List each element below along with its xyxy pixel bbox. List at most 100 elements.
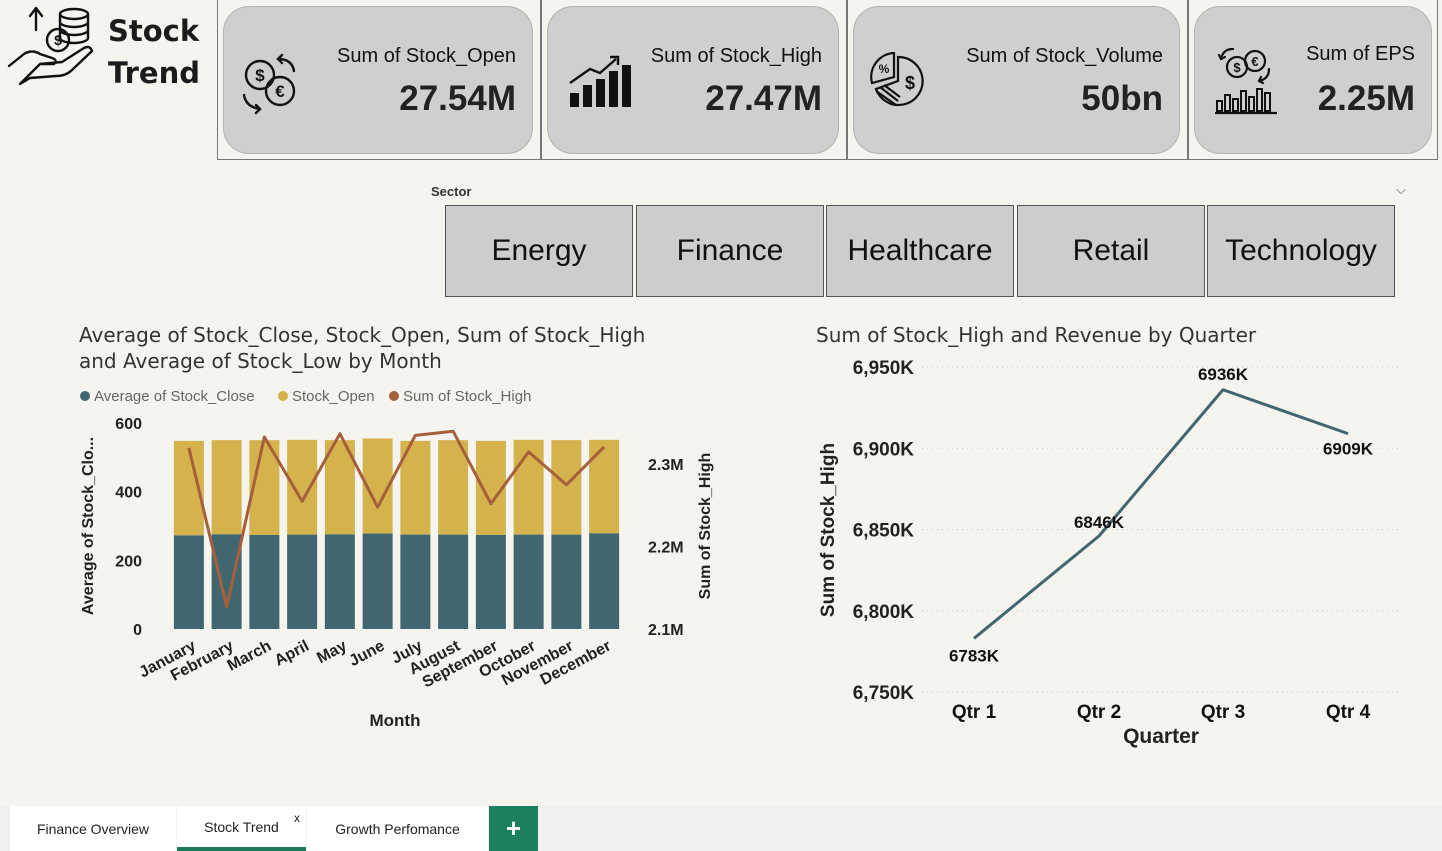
quarter-line-chart[interactable]: 6,750K 6,800K 6,850K 6,900K 6,950K 6783K 6846K… — [810, 352, 1410, 752]
svg-text:€: € — [275, 82, 285, 101]
data-label: 6909K — [1323, 440, 1374, 459]
bar-stock-close — [362, 533, 393, 629]
quarter-chart-title: Sum of Stock_High and Revenue by Quarter — [816, 323, 1257, 347]
slicer-title: Sector — [431, 184, 472, 199]
y-tick-label: 0 — [133, 622, 142, 639]
y-tick-label: 6,750K — [853, 683, 915, 704]
bar-stock-close — [324, 534, 355, 629]
x-tick-label: Qtr 1 — [952, 702, 997, 723]
svg-text:$: $ — [1233, 60, 1241, 75]
x-tick-label: May — [314, 637, 350, 667]
kpi-value: 2.25M — [1317, 79, 1415, 118]
slicer-option-energy[interactable]: Energy — [445, 205, 633, 297]
bar-stock-close — [211, 534, 242, 629]
add-page-button[interactable]: + — [489, 806, 538, 851]
bar-chart-growth-icon — [569, 55, 631, 107]
monthly-chart-title-line2: and Average of Stock_Low by Month — [79, 349, 442, 373]
report-canvas: $ Stock Trend $ € Sum of Stock_Open 27.5… — [0, 0, 1442, 806]
svg-text:$: $ — [255, 66, 265, 85]
tab-stock-trend[interactable]: Stock Trend x — [177, 806, 306, 851]
y2-tick-label: 2.3M — [648, 457, 684, 474]
x-tick-label: March — [225, 638, 275, 675]
kpi-card-stock-high[interactable]: Sum of Stock_High 27.47M — [547, 6, 839, 154]
line-stock-high-quarter — [973, 388, 1349, 640]
y2-tick-label: 2.2M — [648, 540, 684, 557]
y-tick-label: 400 — [115, 485, 142, 502]
bar-stock-close — [173, 535, 204, 629]
svg-text:$: $ — [54, 32, 62, 48]
legend-marker — [80, 391, 90, 401]
currency-exchange-icon: $ € — [242, 53, 296, 115]
kpi-value: 27.54M — [399, 79, 516, 118]
bar-stock-open — [287, 439, 318, 535]
bar-stock-close — [438, 534, 469, 629]
data-label: 6846K — [1074, 513, 1125, 532]
x-axis-title: Quarter — [1123, 725, 1199, 748]
monthly-chart-title: Average of Stock_Close, Stock_Open, Sum … — [79, 322, 645, 374]
page-title-line2: Trend — [108, 56, 200, 90]
legend-marker — [278, 391, 288, 401]
bar-stock-open — [211, 440, 242, 535]
y-tick-label: 6,800K — [853, 602, 915, 623]
bar-stock-open — [551, 440, 582, 535]
tab-growth-performance[interactable]: Growth Perfomance — [307, 806, 488, 851]
page-tab-bar: Finance Overview Stock Trend x Growth Pe… — [0, 806, 1442, 851]
page-title: Stock Trend — [108, 10, 200, 94]
kpi-label: Sum of Stock_Open — [337, 45, 516, 67]
chevron-down-icon[interactable]: ⌵ — [1396, 182, 1406, 198]
y2-tick-label: 2.1M — [648, 622, 684, 639]
kpi-card-stock-open[interactable]: $ € Sum of Stock_Open 27.54M — [223, 6, 533, 154]
kpi-value: 27.47M — [705, 79, 822, 118]
money-hand-logo-icon: $ — [7, 6, 94, 86]
monthly-combo-chart[interactable]: Average of Stock_Close Stock_Open Sum of S… — [70, 384, 750, 744]
x-axis-title: Month — [370, 711, 421, 730]
slicer-option-technology[interactable]: Technology — [1207, 205, 1395, 297]
x-tick-label: Qtr 2 — [1077, 702, 1121, 723]
y2-axis-title: Sum of Stock_High — [697, 453, 714, 600]
page-title-line1: Stock — [108, 14, 200, 48]
kpi-card-stock-volume[interactable]: % $ Sum of Stock_Volume 50bn — [853, 6, 1180, 154]
kpi-label: Sum of EPS — [1306, 43, 1415, 65]
y-axis-title: Sum of Stock_High — [818, 443, 839, 617]
bar-stock-close — [400, 534, 431, 629]
kpi-card-eps[interactable]: $ € Sum of EPS 2.25M — [1194, 6, 1432, 154]
bar-stock-close — [513, 534, 544, 629]
bar-stock-close — [249, 534, 280, 629]
data-label: 6783K — [949, 646, 1000, 665]
legend-label: Average of Stock_Close — [94, 388, 255, 405]
y-tick-label: 600 — [115, 416, 142, 433]
y-tick-label: 6,850K — [853, 521, 915, 542]
slicer-option-finance[interactable]: Finance — [636, 205, 824, 297]
x-tick-label: Qtr 3 — [1201, 702, 1245, 723]
close-icon[interactable]: x — [294, 811, 300, 825]
tab-finance-overview[interactable]: Finance Overview — [10, 806, 176, 851]
y-tick-label: 6,950K — [853, 358, 915, 379]
x-tick-label: June — [347, 637, 388, 670]
data-label: 6936K — [1198, 365, 1249, 384]
kpi-value: 50bn — [1081, 79, 1163, 118]
kpi-label: Sum of Stock_High — [650, 45, 822, 67]
svg-text:€: € — [1251, 54, 1258, 69]
y-tick-label: 200 — [115, 553, 142, 570]
kpi-label: Sum of Stock_Volume — [966, 45, 1163, 67]
svg-text:%: % — [879, 62, 890, 76]
bar-stock-open — [589, 439, 620, 534]
monthly-chart-title-line1: Average of Stock_Close, Stock_Open, Sum … — [79, 323, 646, 347]
bar-stock-close — [287, 534, 318, 629]
y-tick-label: 6,900K — [853, 439, 915, 460]
bar-stock-close — [589, 533, 620, 629]
bar-stock-close — [551, 534, 582, 629]
legend-marker — [389, 391, 399, 401]
x-tick-label: Qtr 4 — [1326, 702, 1371, 723]
x-tick-label: April — [272, 638, 312, 670]
y-axis-title: Average of Stock_Clo... — [80, 437, 97, 615]
slicer-option-healthcare[interactable]: Healthcare — [826, 205, 1014, 297]
coins-bar-chart-icon: $ € — [1215, 47, 1277, 115]
legend-label: Sum of Stock_High — [403, 388, 531, 405]
bar-stock-close — [475, 534, 506, 629]
slicer-option-retail[interactable]: Retail — [1017, 205, 1205, 297]
tab-label: Stock Trend — [204, 818, 279, 835]
svg-text:$: $ — [905, 73, 915, 93]
legend-label: Stock_Open — [292, 388, 375, 405]
pie-percent-dollar-icon: % $ — [870, 51, 924, 107]
